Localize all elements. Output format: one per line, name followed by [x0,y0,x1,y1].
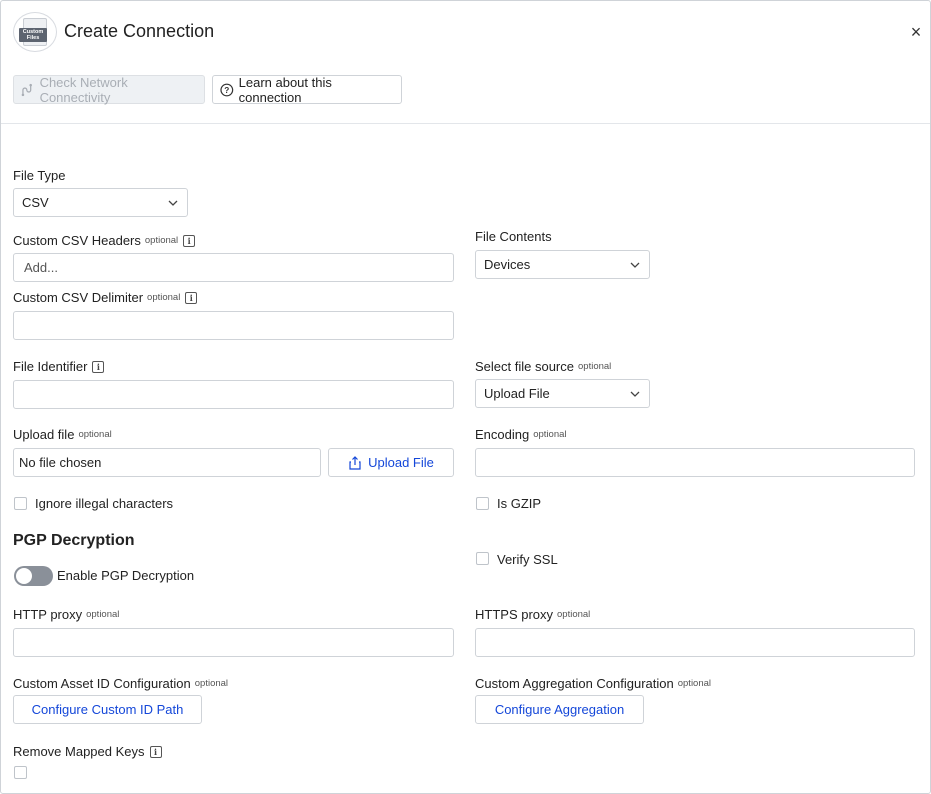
file-contents-value: Devices [484,257,531,272]
http-proxy-label-text: HTTP proxy [13,607,83,622]
is-gzip-checkbox[interactable] [476,497,489,510]
optional-tag: optional [78,429,112,440]
upload-file-value: No file chosen [19,455,102,470]
custom-csv-delimiter-label: Custom CSV Delimiter optional i [13,290,198,305]
configure-custom-id-label: Configure Custom ID Path [31,702,184,717]
encoding-input[interactable] [475,448,915,477]
remove-mapped-keys-checkbox[interactable] [14,766,27,779]
learn-about-label: Learn about this connection [238,74,332,105]
optional-tag: optional [86,609,120,620]
file-identifier-label-text: File Identifier [13,359,88,374]
custom-csv-headers-label-text: Custom CSV Headers [13,233,141,248]
logo-label: Custom Files [19,28,47,42]
select-file-source-label-text: Select file source [475,359,574,374]
help-circle-icon: ? [220,83,234,96]
file-type-label-text: File Type [13,168,66,183]
info-icon[interactable]: i [185,291,198,304]
file-type-label: File Type [13,168,66,183]
ignore-illegal-label-text: Ignore illegal characters [35,496,174,511]
https-proxy-label-text: HTTPS proxy [475,607,554,622]
ignore-illegal-label: Ignore illegal characters [35,496,173,511]
page-title: Create Connection [64,21,215,41]
custom-csv-delimiter-input[interactable] [13,311,454,340]
file-contents-select[interactable]: Devices [475,250,650,279]
custom-aggregation-label: Custom Aggregation Configuration optiona… [475,676,711,691]
configure-custom-id-button[interactable]: Configure Custom ID Path [13,695,202,724]
http-proxy-label: HTTP proxy optional [13,607,119,622]
chevron-down-icon [630,262,640,268]
file-type-select[interactable]: CSV [13,188,188,217]
optional-tag: optional [194,678,229,689]
custom-asset-id-label-text: Custom Asset ID Configuration [13,676,191,691]
file-identifier-input[interactable] [13,380,454,409]
upload-file-label: Upload file optional [13,427,112,442]
https-proxy-input[interactable] [475,628,915,657]
is-gzip-label: Is GZIP [497,496,541,511]
configure-aggregation-label: Configure Aggregation [494,702,625,717]
check-network-button[interactable]: Check Network Connectivity [13,74,205,105]
upload-icon [349,455,361,470]
info-icon[interactable]: i [183,234,196,247]
chevron-down-icon [168,200,178,206]
verify-ssl-label-text: Verify SSL [497,552,558,567]
custom-csv-delimiter-label-text: Custom CSV Delimiter [13,290,144,305]
toggle-knob [16,568,32,584]
encoding-label: Encoding optional [475,427,567,442]
close-icon[interactable]: × [907,23,925,41]
ignore-illegal-checkbox[interactable] [14,497,27,510]
network-icon [21,83,32,96]
file-source-value: Upload File [484,386,550,401]
file-source-select[interactable]: Upload File [475,379,650,408]
upload-file-field[interactable]: No file chosen [13,448,321,477]
file-contents-label-text: File Contents [475,229,552,244]
pgp-section-title: PGP Decryption [13,532,135,549]
enable-pgp-label: Enable PGP Decryption [57,568,194,583]
chevron-down-icon [630,391,640,397]
select-file-source-label: Select file source optional [475,359,611,374]
file-type-value: CSV [22,195,49,210]
svg-text:?: ? [224,86,229,95]
file-identifier-label: File Identifier i [13,359,105,374]
custom-asset-id-label: Custom Asset ID Configuration optional [13,676,228,691]
upload-file-label-text: Upload file [13,427,75,442]
file-contents-label: File Contents [475,229,552,244]
optional-tag: optional [557,609,591,620]
info-icon[interactable]: i [149,745,162,758]
custom-files-logo: Custom Files [13,12,57,52]
optional-tag: optional [144,235,179,246]
enable-pgp-label-text: Enable PGP Decryption [57,568,195,583]
custom-csv-headers-label: Custom CSV Headers optional i [13,233,196,248]
learn-about-button[interactable]: ? Learn about this connection [212,74,402,105]
http-proxy-input[interactable] [13,628,454,657]
verify-ssl-label: Verify SSL [497,552,558,567]
remove-mapped-keys-label-text: Remove Mapped Keys [13,744,145,759]
custom-aggregation-label-text: Custom Aggregation Configuration [475,676,674,691]
configure-aggregation-button[interactable]: Configure Aggregation [475,695,644,724]
header-divider [1,123,930,124]
optional-tag: optional [578,361,612,372]
info-icon[interactable]: i [92,360,105,373]
enable-pgp-toggle[interactable] [14,566,53,586]
check-network-label: Check Network Connectivity [39,74,128,105]
remove-mapped-keys-label: Remove Mapped Keys i [13,744,162,759]
optional-tag: optional [677,678,712,689]
upload-file-button-label: Upload File [368,455,434,470]
encoding-label-text: Encoding [475,427,530,442]
custom-csv-headers-input[interactable]: Add... [13,253,454,282]
optional-tag: optional [533,429,567,440]
verify-ssl-checkbox[interactable] [476,552,489,565]
is-gzip-label-text: Is GZIP [497,496,542,511]
custom-csv-headers-placeholder: Add... [24,260,58,275]
upload-file-button[interactable]: Upload File [328,448,454,477]
https-proxy-label: HTTPS proxy optional [475,607,590,622]
optional-tag: optional [147,292,181,303]
create-connection-dialog: Custom Files Create Connection × Check N… [0,0,931,794]
